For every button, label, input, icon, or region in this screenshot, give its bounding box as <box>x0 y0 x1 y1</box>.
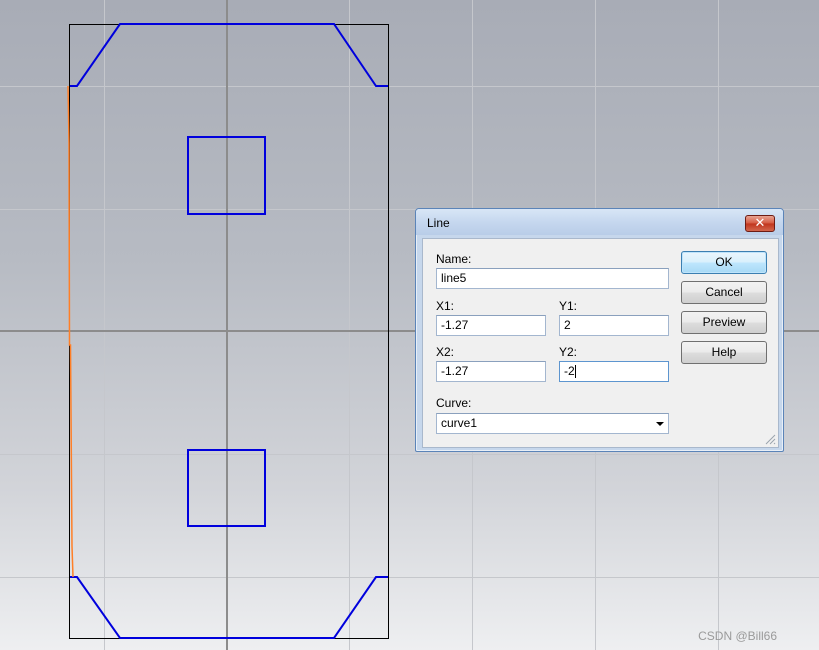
line-dialog: Line ✕ Name: line5 X1: -1.27 Y1: 2 X2: -… <box>415 208 784 452</box>
y2-label: Y2: <box>559 345 578 359</box>
text-caret <box>574 365 576 378</box>
x1-input[interactable]: -1.27 <box>436 315 546 336</box>
dialog-title: Line <box>427 216 450 230</box>
ok-button[interactable]: OK <box>681 251 767 274</box>
curve-select-value: curve1 <box>441 416 478 430</box>
name-label: Name: <box>436 252 472 266</box>
name-input[interactable]: line5 <box>436 268 669 289</box>
dialog-client-area: Name: line5 X1: -1.27 Y1: 2 X2: -1.27 Y2… <box>422 238 779 448</box>
curve-label: Curve: <box>436 396 472 410</box>
resize-grip-icon[interactable] <box>764 433 776 445</box>
y2-input-value: -2 <box>564 364 575 378</box>
x1-label: X1: <box>436 299 455 313</box>
help-button[interactable]: Help <box>681 341 767 364</box>
y1-input[interactable]: 2 <box>559 315 669 336</box>
x2-label: X2: <box>436 345 455 359</box>
close-button[interactable]: ✕ <box>745 215 775 232</box>
preview-button[interactable]: Preview <box>681 311 767 334</box>
close-icon: ✕ <box>754 216 766 231</box>
curve-select[interactable]: curve1 <box>436 413 669 434</box>
dialog-titlebar[interactable]: Line ✕ <box>416 209 783 235</box>
chevron-down-icon <box>656 422 664 426</box>
cancel-button[interactable]: Cancel <box>681 281 767 304</box>
watermark: CSDN @Bill66 <box>698 629 777 643</box>
x2-input[interactable]: -1.27 <box>436 361 546 382</box>
y2-input[interactable]: -2 <box>559 361 669 382</box>
y1-label: Y1: <box>559 299 578 313</box>
